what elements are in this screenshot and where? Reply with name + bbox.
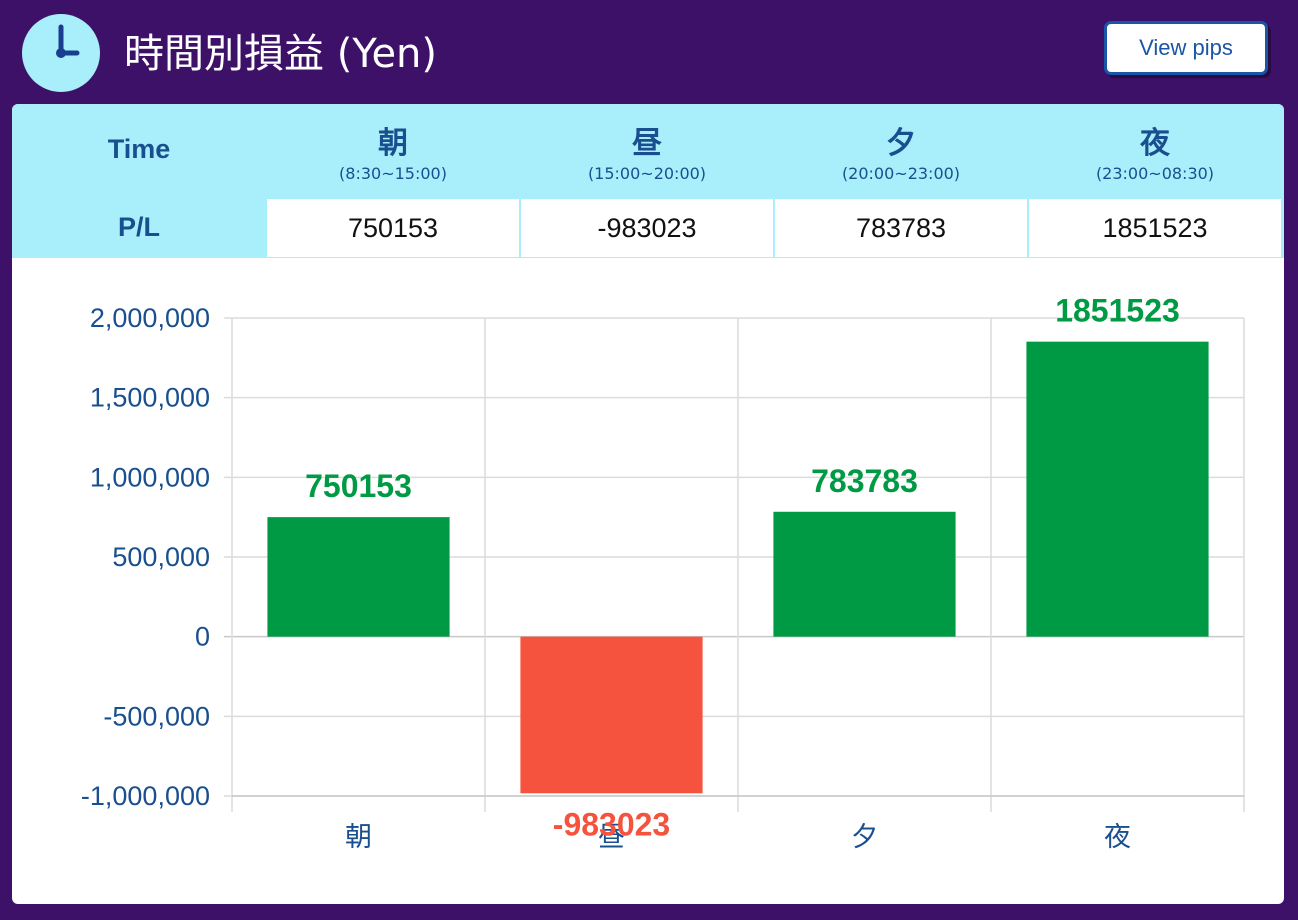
data-label: 750153 xyxy=(305,468,412,504)
y-tick-label: 1,000,000 xyxy=(90,462,210,492)
x-tick-label: 夕 xyxy=(851,822,878,853)
data-label: 783783 xyxy=(811,463,918,499)
y-tick-label: 1,500,000 xyxy=(90,383,210,413)
x-tick-label: 朝 xyxy=(345,822,372,853)
data-label: 1851523 xyxy=(1055,293,1180,329)
y-tick-label: -1,000,000 xyxy=(81,781,210,811)
y-tick-label: 0 xyxy=(195,622,210,652)
bar xyxy=(520,636,703,794)
y-tick-label: -500,000 xyxy=(103,701,210,731)
pl-bar-chart: 2,000,000 1,500,000 1,000,000 500,000 0 -500,… xyxy=(81,293,1245,853)
y-tick-label: 2,000,000 xyxy=(90,303,210,333)
bar xyxy=(1026,341,1209,637)
bar xyxy=(773,511,956,637)
bar xyxy=(267,517,450,637)
data-label: -983023 xyxy=(553,806,670,842)
y-tick-label: 500,000 xyxy=(112,542,210,572)
x-tick-label: 夜 xyxy=(1104,822,1131,853)
